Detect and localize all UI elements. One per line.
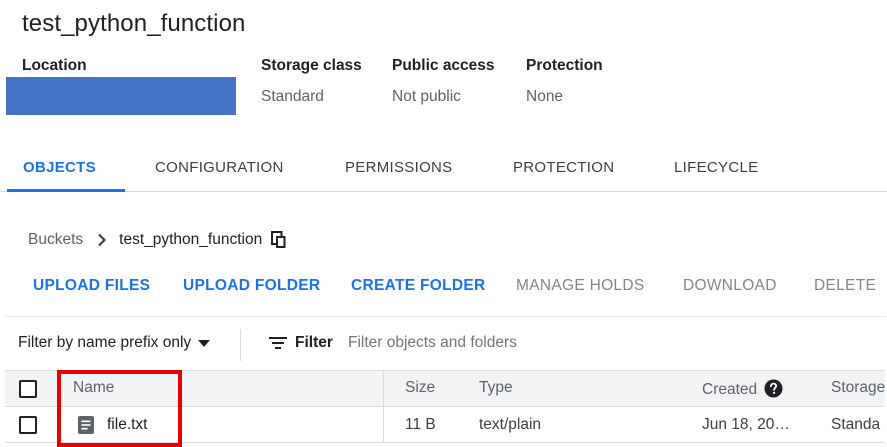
page-title: test_python_function — [22, 10, 246, 37]
file-name-link[interactable]: file.txt — [107, 416, 147, 434]
action-toolbar: UPLOAD FILES UPLOAD FOLDER CREATE FOLDER… — [0, 266, 887, 306]
file-size: 11 B — [405, 416, 436, 433]
column-divider — [383, 371, 384, 406]
arrow-drop-down-icon — [198, 339, 211, 347]
active-tab-indicator — [7, 189, 125, 192]
storage-class-label: Storage class — [261, 57, 362, 74]
column-divider — [383, 407, 384, 442]
tab-lifecycle[interactable]: LIFECYCLE — [674, 144, 758, 192]
tab-configuration[interactable]: CONFIGURATION — [155, 144, 284, 192]
column-type[interactable]: Type — [479, 379, 513, 397]
chevron-right-icon — [98, 233, 107, 247]
filter-button-label: Filter — [295, 334, 333, 351]
filter-button[interactable]: Filter — [269, 334, 333, 352]
column-created-label: Created — [702, 381, 758, 398]
filter-mode-label: Filter by name prefix only — [18, 334, 192, 351]
table-header: Name Size Type Created Storage — [5, 370, 885, 407]
protection-value: None — [526, 88, 564, 105]
download-button[interactable]: DOWNLOAD — [683, 266, 777, 306]
file-created: Jun 18, 20… — [702, 416, 790, 433]
filter-mode-select[interactable]: Filter by name prefix only — [18, 334, 211, 352]
table-row[interactable]: file.txt 11 B text/plain Jun 18, 20… Sta… — [5, 407, 885, 443]
breadcrumb-buckets[interactable]: Buckets — [28, 231, 83, 249]
row-checkbox[interactable] — [19, 416, 37, 434]
column-created[interactable]: Created — [702, 379, 783, 399]
filter-list-icon — [269, 337, 287, 349]
storage-class-value: Standard — [261, 88, 324, 105]
breadcrumb-current: test_python_function — [119, 231, 263, 248]
upload-folder-button[interactable]: UPLOAD FOLDER — [183, 266, 320, 306]
manage-holds-button[interactable]: MANAGE HOLDS — [516, 266, 645, 306]
location-label: Location — [22, 57, 87, 74]
public-access-label: Public access — [392, 57, 495, 74]
upload-files-button[interactable]: UPLOAD FILES — [33, 266, 150, 306]
copy-icon[interactable] — [271, 231, 287, 249]
column-name[interactable]: Name — [73, 379, 114, 397]
column-size[interactable]: Size — [405, 379, 435, 397]
breadcrumb: Buckets test_python_function — [28, 229, 287, 251]
tab-objects[interactable]: OBJECTS — [23, 144, 96, 192]
delete-button[interactable]: DELETE — [814, 266, 876, 306]
help-icon[interactable] — [764, 379, 783, 398]
filter-input[interactable] — [348, 334, 648, 352]
tab-bar: OBJECTS CONFIGURATION PERMISSIONS PROTEC… — [0, 144, 887, 192]
tab-protection[interactable]: PROTECTION — [513, 144, 614, 192]
text-file-icon — [78, 416, 94, 434]
filter-divider — [240, 329, 241, 361]
location-redaction — [6, 77, 236, 115]
create-folder-button[interactable]: CREATE FOLDER — [351, 266, 486, 306]
file-type: text/plain — [479, 416, 542, 433]
column-storage[interactable]: Storage — [831, 379, 885, 397]
select-all-checkbox[interactable] — [19, 380, 37, 398]
filter-bar: Filter by name prefix only Filter — [5, 316, 885, 371]
public-access-value: Not public — [392, 88, 461, 105]
file-storage-class: Standa — [831, 416, 881, 433]
tab-permissions[interactable]: PERMISSIONS — [345, 144, 453, 192]
protection-label: Protection — [526, 57, 603, 74]
